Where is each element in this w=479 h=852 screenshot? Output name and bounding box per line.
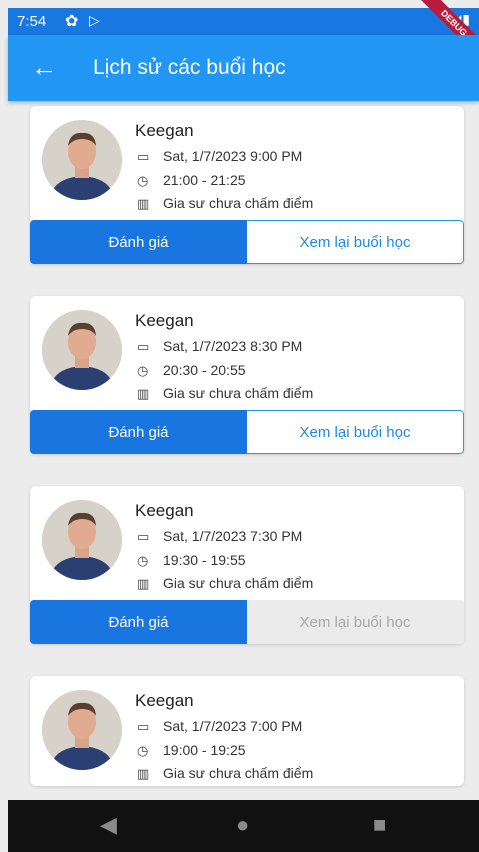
review-status-row: ▥ Gia sư chưa chấm điểm: [137, 575, 313, 592]
review-status-row: ▥ Gia sư chưa chấm điểm: [137, 385, 313, 402]
session-time-row: ◷ 21:00 - 21:25: [137, 172, 246, 189]
tutor-name: Keegan: [135, 501, 194, 520]
session-actions: Đánh giá Xem lại buổi học: [30, 410, 464, 454]
session-date: Sat, 1/7/2023 7:30 PM: [163, 528, 303, 544]
system-navigation-bar: ◀ ● ■: [8, 800, 479, 852]
replay-session-button-disabled: Xem lại buổi học: [247, 600, 464, 644]
session-card: Keegan ▭ Sat, 1/7/2023 9:00 PM ◷ 21:00 - 2…: [30, 106, 464, 264]
nav-recents-icon[interactable]: ■: [373, 812, 386, 838]
settings-gear-icon: ✿: [65, 13, 79, 30]
replay-session-button[interactable]: Xem lại buổi học: [247, 220, 464, 264]
session-card: Keegan ▭ Sat, 1/7/2023 7:30 PM ◷ 19:30 - 1…: [30, 486, 464, 644]
session-time-row: ◷ 19:30 - 19:55: [137, 552, 246, 569]
tutor-avatar: [42, 500, 122, 580]
session-time-range: 19:00 - 19:25: [163, 742, 246, 758]
review-status-icon: ▥: [137, 196, 150, 211]
session-date: Sat, 1/7/2023 7:00 PM: [163, 718, 303, 734]
session-actions: Đánh giá Xem lại buổi học: [30, 220, 464, 264]
status-bar: 7:54 ✿ ▷ ▾◢▮ DEBUG: [8, 0, 479, 60]
tutor-avatar: [42, 690, 122, 770]
rate-button[interactable]: Đánh giá: [30, 600, 247, 644]
review-status-icon: ▥: [137, 386, 150, 401]
session-card: Keegan ▭ Sat, 1/7/2023 7:00 PM ◷ 19:00 - 1…: [30, 676, 464, 786]
tutor-avatar: [42, 310, 122, 390]
clock-icon: ◷: [137, 553, 149, 568]
page-title: Lịch sử các buổi học: [93, 56, 286, 79]
review-status-icon: ▥: [137, 766, 150, 781]
review-status: Gia sư chưa chấm điểm: [163, 195, 314, 211]
tutor-name: Keegan: [135, 311, 194, 330]
back-arrow-icon[interactable]: ←: [28, 52, 60, 84]
app-bar: ← Lịch sử các buổi học: [8, 35, 479, 101]
replay-session-button[interactable]: Xem lại buổi học: [247, 410, 464, 454]
review-status: Gia sư chưa chấm điểm: [163, 575, 314, 591]
session-time-range: 21:00 - 21:25: [163, 172, 246, 188]
review-status: Gia sư chưa chấm điểm: [163, 765, 314, 781]
session-card: Keegan ▭ Sat, 1/7/2023 8:30 PM ◷ 20:30 - 2…: [30, 296, 464, 454]
review-status-row: ▥ Gia sư chưa chấm điểm: [137, 195, 313, 212]
session-date: Sat, 1/7/2023 8:30 PM: [163, 338, 303, 354]
play-protect-icon: ▷: [89, 12, 100, 28]
session-actions: Đánh giá Xem lại buổi học: [30, 600, 464, 644]
tutor-avatar: [42, 120, 122, 200]
rate-button[interactable]: Đánh giá: [30, 220, 247, 264]
clock-icon: ◷: [137, 363, 149, 378]
calendar-icon: ▭: [137, 719, 150, 734]
tutor-name: Keegan: [135, 691, 194, 710]
calendar-icon: ▭: [137, 149, 150, 164]
clock-icon: ◷: [137, 173, 149, 188]
session-history-list[interactable]: Keegan ▭ Sat, 1/7/2023 9:00 PM ◷ 21:00 - 2…: [0, 101, 479, 800]
session-time-range: 19:30 - 19:55: [163, 552, 246, 568]
session-time-row: ◷ 20:30 - 20:55: [137, 362, 246, 379]
session-date: Sat, 1/7/2023 9:00 PM: [163, 148, 303, 164]
session-time-range: 20:30 - 20:55: [163, 362, 246, 378]
session-time-row: ◷ 19:00 - 19:25: [137, 742, 246, 759]
review-status-row: ▥ Gia sư chưa chấm điểm: [137, 765, 313, 782]
session-date-row: ▭ Sat, 1/7/2023 7:30 PM: [137, 528, 302, 545]
nav-back-icon[interactable]: ◀: [100, 812, 117, 838]
review-status: Gia sư chưa chấm điểm: [163, 385, 314, 401]
clock-icon: ◷: [137, 743, 149, 758]
nav-home-icon[interactable]: ●: [236, 812, 249, 838]
calendar-icon: ▭: [137, 339, 150, 354]
session-date-row: ▭ Sat, 1/7/2023 9:00 PM: [137, 148, 302, 165]
calendar-icon: ▭: [137, 529, 150, 544]
rate-button[interactable]: Đánh giá: [30, 410, 247, 454]
status-time: 7:54: [17, 13, 47, 30]
session-date-row: ▭ Sat, 1/7/2023 7:00 PM: [137, 718, 302, 735]
review-status-icon: ▥: [137, 576, 150, 591]
session-date-row: ▭ Sat, 1/7/2023 8:30 PM: [137, 338, 302, 355]
tutor-name: Keegan: [135, 121, 194, 140]
